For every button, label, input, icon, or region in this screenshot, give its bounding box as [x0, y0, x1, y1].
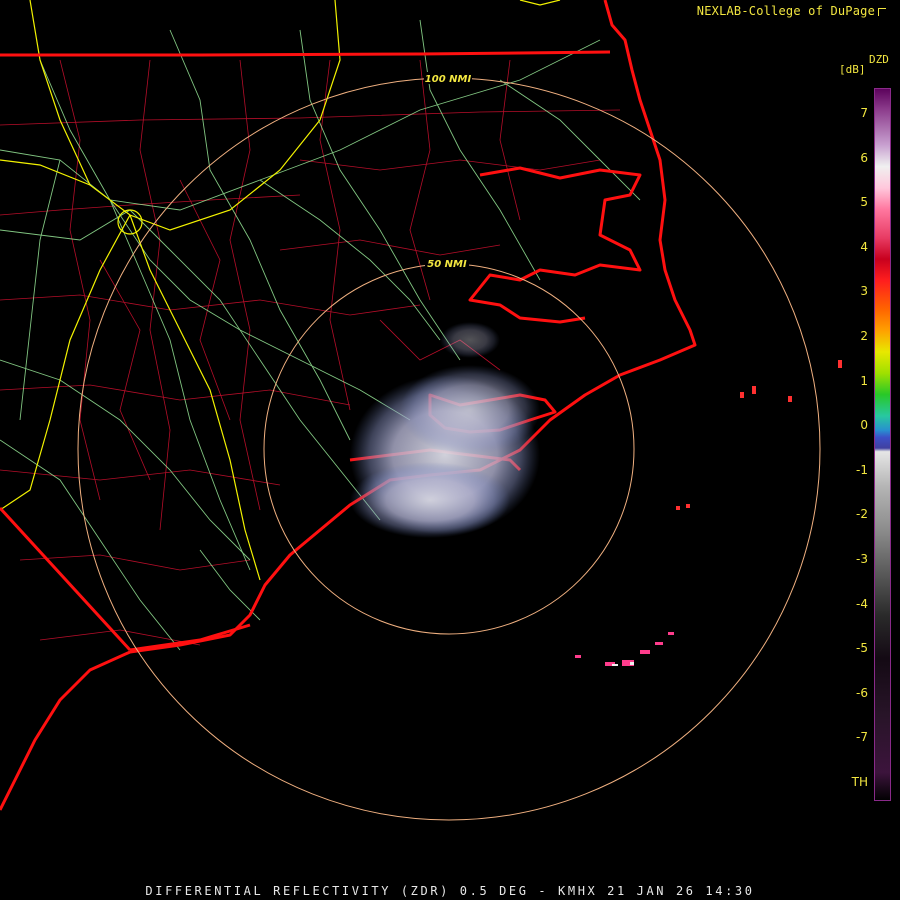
product-footer: DIFFERENTIAL REFLECTIVITY (ZDR) 0.5 DEG … [145, 884, 755, 898]
radar-map: 50 NMI 100 NMI [0, 0, 842, 821]
legend-tick-label: TH [851, 775, 868, 789]
legend-tick-label: 0 [860, 418, 868, 433]
radar-echoes [350, 322, 842, 666]
legend-tick-label: -4 [856, 596, 868, 611]
legend-tick-label: -3 [856, 552, 868, 566]
legend-tick-label: 4 [860, 239, 868, 254]
legend-tick-label: 2 [860, 329, 868, 343]
legend-tick-label: -1 [856, 462, 868, 477]
legend-color-bar [874, 88, 891, 801]
legend-tick-label: 3 [860, 284, 868, 299]
corner-icon [878, 8, 886, 16]
legend-tick-label: -6 [856, 685, 868, 700]
county-boundaries [0, 59, 621, 646]
legend-tick-label: 6 [860, 150, 868, 165]
legend-product: DZD [869, 53, 889, 66]
legend-tick-label: 5 [860, 195, 868, 210]
legend-tick-label: 7 [860, 106, 868, 120]
credit-label: NEXLAB-College of DuPage [697, 4, 886, 18]
legend-tick-label: 1 [860, 373, 868, 388]
range-ring-50-label: 50 NMI [427, 259, 467, 270]
legend-tick-label: -7 [856, 730, 868, 745]
legend-tick-label: -2 [856, 507, 868, 522]
credit-text: NEXLAB-College of DuPage [696, 4, 875, 18]
legend-tick-label: -5 [856, 641, 868, 656]
range-ring-100-label: 100 NMI [425, 74, 472, 85]
legend-units: [dB] [839, 63, 866, 76]
